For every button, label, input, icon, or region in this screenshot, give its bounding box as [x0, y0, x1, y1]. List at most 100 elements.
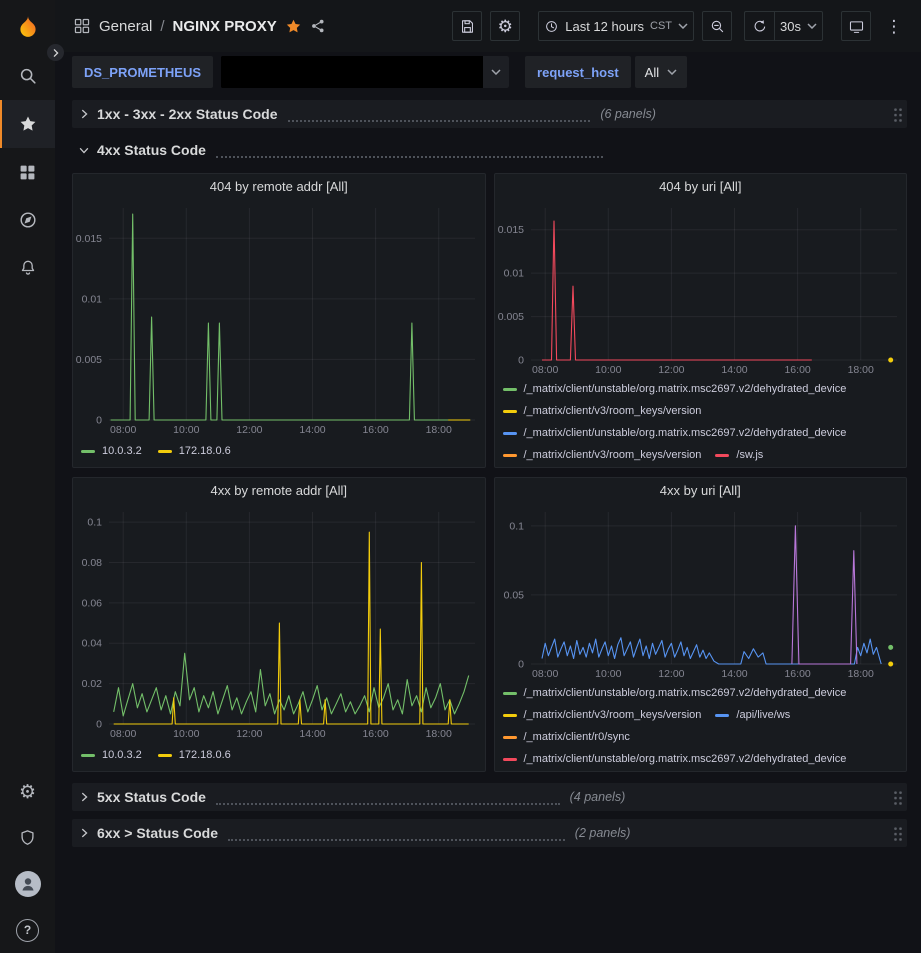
time-series-plot[interactable]: 00.020.040.060.080.108:0010:0012:0014:00…	[73, 504, 485, 740]
sidebar-item-configuration[interactable]: ⚙	[0, 769, 55, 815]
svg-text:08:00: 08:00	[110, 424, 136, 436]
favorite-star-icon[interactable]	[285, 18, 302, 35]
grafana-logo[interactable]	[0, 0, 55, 52]
time-series-plot[interactable]: 00.0050.010.01508:0010:0012:0014:0016:00…	[495, 200, 907, 376]
refresh-button[interactable]	[744, 11, 774, 41]
plot-svg: 00.050.108:0010:0012:0014:0016:0018:00	[495, 504, 907, 680]
sidebar-expand-button[interactable]	[47, 44, 64, 61]
legend-item[interactable]: /_matrix/client/unstable/org.matrix.msc2…	[503, 682, 847, 704]
svg-text:0.08: 0.08	[82, 557, 103, 569]
svg-text:12:00: 12:00	[236, 424, 262, 436]
more-options-button[interactable]: ⋮	[879, 11, 909, 41]
chevron-right-icon	[78, 108, 90, 120]
row-panel-count: (2 panels)	[575, 826, 631, 840]
panel-4xx-by-uri: 4xx by uri [All] 00.050.108:0010:0012:00…	[494, 477, 908, 772]
alerting-bell-icon	[18, 258, 38, 278]
tv-icon	[848, 18, 865, 35]
sidebar-item-alerting[interactable]	[0, 244, 55, 292]
legend-label: /_matrix/client/unstable/org.matrix.msc2…	[524, 687, 847, 699]
sidebar-item-dashboards[interactable]	[0, 148, 55, 196]
row-title: 4xx Status Code	[97, 142, 206, 158]
zoom-out-button[interactable]	[702, 11, 732, 41]
sidebar-item-explore[interactable]	[0, 196, 55, 244]
legend-item[interactable]: /api/live/ws	[715, 704, 790, 726]
svg-text:08:00: 08:00	[532, 668, 558, 680]
legend-swatch	[158, 754, 172, 757]
dashboard-row-1xx-3xx-2xx[interactable]: 1xx - 3xx - 2xx Status Code (6 panels)	[72, 100, 907, 128]
legend-item[interactable]: /sw.js	[715, 444, 763, 464]
dashboard-row-6xx[interactable]: 6xx > Status Code (2 panels)	[72, 819, 907, 847]
legend-label: /_matrix/client/v3/room_keys/version	[524, 405, 702, 417]
legend-item[interactable]: 10.0.3.2	[81, 440, 142, 462]
legend-item[interactable]: /_matrix/client/r0/sync	[503, 726, 630, 748]
request-host-variable-select[interactable]: All	[635, 56, 687, 88]
legend-label: /_matrix/client/r0/sync	[524, 731, 630, 743]
legend-item[interactable]: 172.18.0.6	[158, 744, 231, 766]
time-series-plot[interactable]: 00.0050.010.01508:0010:0012:0014:0016:00…	[73, 200, 485, 436]
sidebar-item-help[interactable]: ?	[0, 907, 55, 953]
row-drag-handle[interactable]	[893, 789, 903, 805]
panel-404-by-remote-addr: 404 by remote addr [All] 00.0050.010.015…	[72, 173, 486, 468]
row-drag-handle[interactable]	[893, 106, 903, 122]
variable-label-ds-prometheus: DS_PROMETHEUS	[72, 56, 213, 88]
refresh-interval-picker[interactable]: 30s	[774, 11, 823, 41]
legend-swatch	[158, 450, 172, 453]
legend-item[interactable]: /_matrix/client/v3/room_keys/version	[503, 444, 702, 464]
plot-svg: 00.0050.010.01508:0010:0012:0014:0016:00…	[495, 200, 907, 376]
tv-mode-button[interactable]	[841, 11, 871, 41]
breadcrumb-section[interactable]: General	[99, 18, 152, 35]
svg-text:0.01: 0.01	[503, 268, 524, 280]
breadcrumb: General / NGINX PROXY	[73, 17, 326, 35]
legend-item[interactable]: 10.0.3.2	[81, 744, 142, 766]
legend-swatch	[715, 454, 729, 457]
legend-label: 172.18.0.6	[179, 749, 231, 761]
legend-item[interactable]: /_matrix/client/unstable/org.matrix.msc2…	[503, 422, 847, 444]
legend-item[interactable]: /_matrix/client/unstable/org.matrix.msc2…	[503, 378, 847, 400]
row-drag-handle[interactable]	[893, 825, 903, 841]
legend-label: /_matrix/client/unstable/org.matrix.msc2…	[524, 383, 847, 395]
legend-label: /_matrix/client/v3/room_keys/version	[524, 449, 702, 461]
dashboard-content: DS_PROMETHEUS request_host All 1xx - 3xx…	[55, 52, 921, 953]
legend-item[interactable]: 172.18.0.6	[158, 440, 231, 462]
dotted-leader	[288, 107, 591, 122]
sidebar-item-starred[interactable]	[0, 100, 55, 148]
panel-title[interactable]: 4xx by uri [All]	[495, 478, 907, 504]
datasource-variable-select[interactable]	[221, 56, 509, 88]
svg-text:16:00: 16:00	[362, 424, 388, 436]
plot-svg: 00.0050.010.01508:0010:0012:0014:0016:00…	[73, 200, 485, 436]
time-series-plot[interactable]: 00.050.108:0010:0012:0014:0016:0018:00	[495, 504, 907, 680]
profile-avatar	[15, 871, 41, 897]
legend-item[interactable]: /_matrix/client/v3/room_keys/version	[503, 704, 702, 726]
star-icon	[18, 114, 38, 134]
breadcrumb-separator: /	[160, 18, 164, 35]
dashboard-settings-button[interactable]: ⚙	[490, 11, 520, 41]
legend-item[interactable]: /_matrix/client/v3/room_keys/version	[503, 400, 702, 422]
request-host-value: All	[645, 65, 659, 80]
dashboard-row-4xx[interactable]: 4xx Status Code	[72, 136, 907, 164]
legend-swatch	[81, 754, 95, 757]
kebab-icon: ⋮	[886, 18, 903, 35]
svg-text:08:00: 08:00	[110, 728, 136, 740]
row-panel-count: (6 panels)	[600, 107, 656, 121]
sidebar-item-server-admin[interactable]	[0, 815, 55, 861]
panel-title[interactable]: 404 by remote addr [All]	[73, 174, 485, 200]
dotted-leader	[228, 826, 565, 841]
dashboard-title[interactable]: NGINX PROXY	[173, 18, 277, 35]
panel-title[interactable]: 404 by uri [All]	[495, 174, 907, 200]
svg-text:18:00: 18:00	[426, 728, 452, 740]
share-icon[interactable]	[310, 18, 326, 34]
panel-title[interactable]: 4xx by remote addr [All]	[73, 478, 485, 504]
sidebar-item-search[interactable]	[0, 52, 55, 100]
dashboard-row-5xx[interactable]: 5xx Status Code (4 panels)	[72, 783, 907, 811]
legend-swatch	[503, 758, 517, 761]
time-range-picker[interactable]: Last 12 hours CST	[538, 11, 694, 41]
svg-text:0: 0	[518, 355, 524, 367]
search-icon	[18, 66, 38, 86]
legend-item[interactable]: /_matrix/client/unstable/org.matrix.msc2…	[503, 748, 847, 768]
save-dashboard-button[interactable]	[452, 11, 482, 41]
chevron-right-icon	[52, 49, 60, 57]
svg-text:0.04: 0.04	[82, 638, 103, 650]
legend-swatch	[81, 450, 95, 453]
sidebar-item-profile[interactable]	[0, 861, 55, 907]
legend-swatch	[715, 714, 729, 717]
